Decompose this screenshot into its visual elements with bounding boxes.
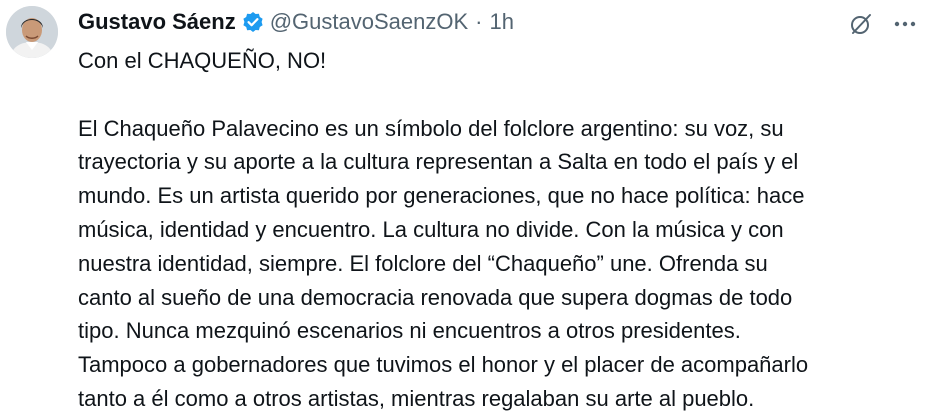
more-options-button[interactable] xyxy=(889,10,921,38)
verified-badge-icon xyxy=(242,11,264,33)
tweet-text: Con el CHAQUEÑO, NO! El Chaqueño Palavec… xyxy=(78,44,918,416)
tweet-line: El Chaqueño Palavecino es un símbolo del… xyxy=(78,115,784,141)
tweet-line: tipo. Nunca mezquinó escenarios ni encue… xyxy=(78,318,741,344)
tweet-card: Gustavo Sáenz @GustavoSaenzOK · 1h Con e… xyxy=(0,0,930,419)
tweet-line: trayectoria y su aporte a la cultura rep… xyxy=(78,149,799,175)
tweet-line: nuestra identidad, siempre. El folclore … xyxy=(78,250,768,276)
avatar-portrait-icon xyxy=(6,6,58,58)
tweet-line: Tampoco a gobernadores que tuvimos el ho… xyxy=(78,352,809,378)
user-handle[interactable]: @GustavoSaenzOK xyxy=(270,9,468,35)
grok-icon xyxy=(851,14,871,34)
tweet-line: tanto a él como a otros artistas, mientr… xyxy=(78,385,755,411)
tweet-headline: Con el CHAQUEÑO, NO! xyxy=(78,48,327,73)
tweet-line: música, identidad y encuentro. La cultur… xyxy=(78,216,784,242)
tweet-line: mundo. Es un artista querido por generac… xyxy=(78,183,805,209)
grok-button[interactable] xyxy=(847,10,875,38)
tweet-timestamp[interactable]: 1h xyxy=(489,9,513,35)
header-separator: · xyxy=(475,9,483,34)
display-name[interactable]: Gustavo Sáenz xyxy=(78,9,236,35)
tweet-line: canto al sueño de una democracia renovad… xyxy=(78,284,793,310)
avatar[interactable] xyxy=(6,6,58,58)
tweet-header: Gustavo Sáenz @GustavoSaenzOK · 1h xyxy=(78,6,514,38)
more-horizontal-icon xyxy=(894,21,916,27)
